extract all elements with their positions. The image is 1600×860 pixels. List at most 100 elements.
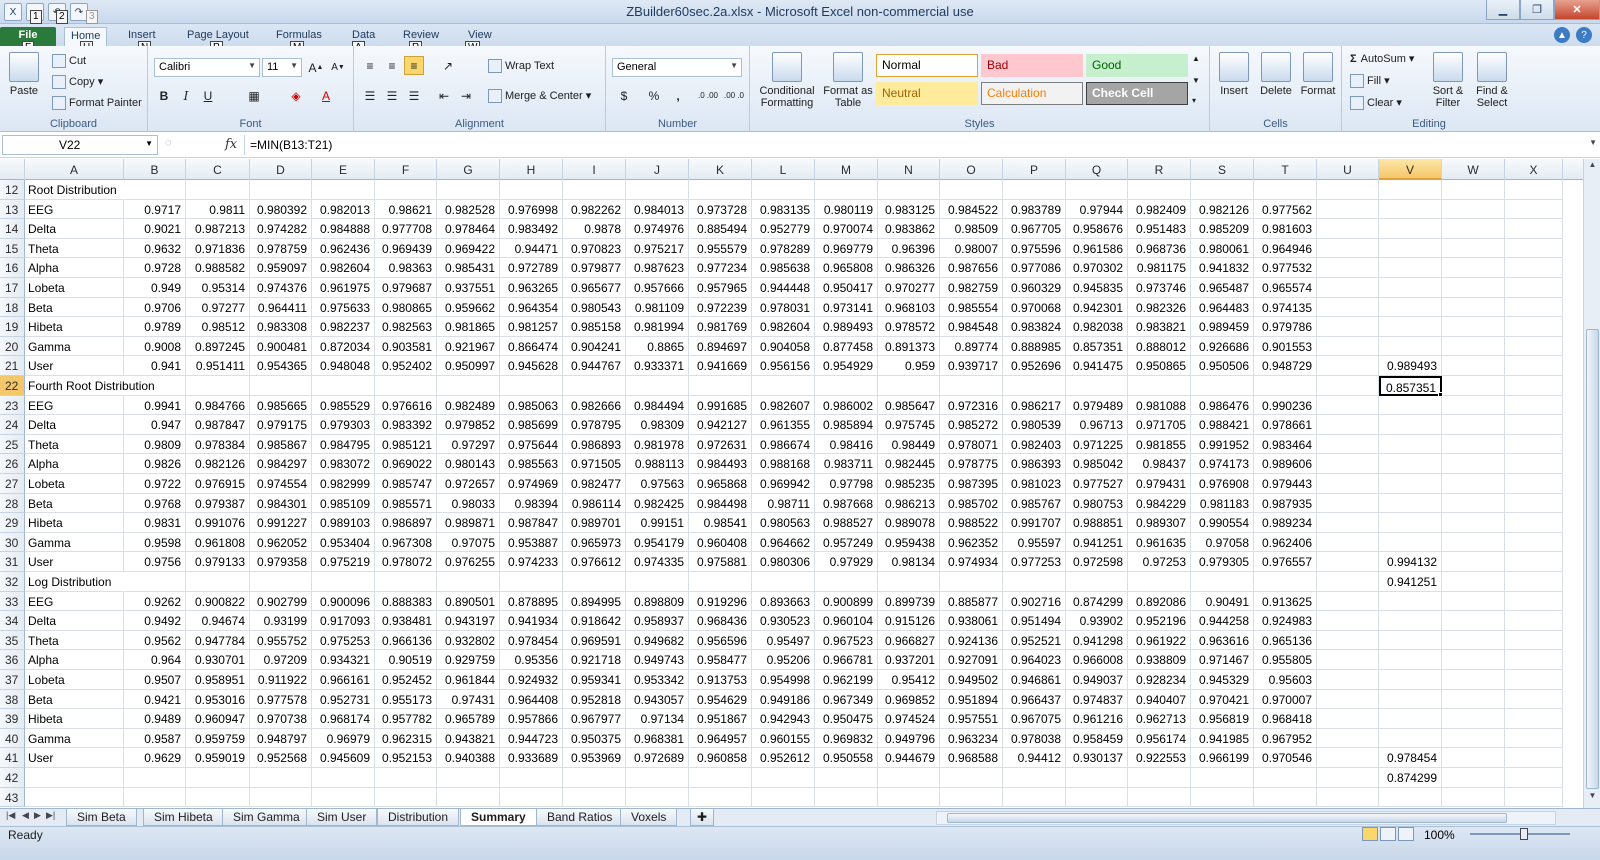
cell-value[interactable]: 0.941832 xyxy=(1191,258,1254,278)
cell-value[interactable]: 0.979387 xyxy=(186,493,250,514)
cell-value[interactable]: 0.956156 xyxy=(752,356,815,376)
cell-value[interactable]: 0.95497 xyxy=(752,630,815,651)
cell-empty[interactable] xyxy=(1317,219,1379,239)
cell-empty[interactable] xyxy=(1317,356,1379,376)
cell-value[interactable]: 0.975644 xyxy=(500,434,563,455)
shrink-font-icon[interactable]: A ▼ xyxy=(328,58,348,77)
cell-empty[interactable] xyxy=(1317,552,1379,572)
comma-button[interactable]: , xyxy=(668,86,688,105)
cell-label[interactable]: EEG xyxy=(25,591,124,612)
cell-empty[interactable] xyxy=(1442,513,1505,533)
cell-value[interactable]: 0.985894 xyxy=(815,415,878,435)
cell-value[interactable]: 0.978464 xyxy=(437,219,500,239)
expand-formula-bar-icon[interactable]: ▼ xyxy=(1589,138,1597,147)
cell-value[interactable]: 0.977532 xyxy=(1254,258,1317,278)
cell-value[interactable]: 0.9421 xyxy=(124,689,186,710)
cell-empty[interactable] xyxy=(1379,532,1442,553)
cell-empty[interactable] xyxy=(1442,238,1505,259)
cell-empty[interactable] xyxy=(1128,180,1191,200)
cell-value[interactable]: 0.963234 xyxy=(940,728,1003,749)
cell-empty[interactable] xyxy=(250,180,312,200)
cell-value[interactable]: 0.970302 xyxy=(1066,258,1128,278)
cell-empty[interactable] xyxy=(1317,297,1379,318)
cell-empty[interactable] xyxy=(878,376,940,396)
cell-value[interactable]: 0.9717 xyxy=(124,199,186,220)
worksheet-grid[interactable]: ABCDEFGHIJKLMNOPQRSTUVWX 12 Root Distribu… xyxy=(0,159,1583,808)
cell-value[interactable]: 0.961586 xyxy=(1066,238,1128,259)
cell-value[interactable]: 0.967952 xyxy=(1254,728,1317,749)
cell-value[interactable]: 0.888012 xyxy=(1128,336,1191,357)
cell-empty[interactable] xyxy=(1254,768,1317,788)
cell-value[interactable]: 0.894995 xyxy=(563,591,626,612)
cell-empty[interactable] xyxy=(1505,728,1563,749)
cell-value[interactable]: 0.874299 xyxy=(1379,768,1442,788)
cell-value[interactable]: 0.978775 xyxy=(940,454,1003,474)
active-cell[interactable]: 0.857351 xyxy=(1379,376,1442,396)
cell-empty[interactable] xyxy=(1505,199,1563,220)
cell-value[interactable]: 0.988113 xyxy=(626,454,689,474)
cell-value[interactable]: 0.98134 xyxy=(878,552,940,572)
cell-value[interactable]: 0.900899 xyxy=(815,591,878,612)
cell-value[interactable]: 0.981023 xyxy=(1003,474,1066,494)
cell-value[interactable]: 0.966161 xyxy=(312,670,375,690)
cell-value[interactable]: 0.967349 xyxy=(815,689,878,710)
cell-value[interactable]: 0.983135 xyxy=(752,199,815,220)
cell-label[interactable]: Hibeta xyxy=(25,317,124,337)
cell-value[interactable]: 0.976908 xyxy=(1191,474,1254,494)
row-header[interactable]: 26 xyxy=(0,454,25,474)
column-header[interactable]: X xyxy=(1505,159,1563,180)
cell-empty[interactable] xyxy=(1505,474,1563,494)
cell-value[interactable]: 0.965808 xyxy=(815,258,878,278)
cell-value[interactable]: 0.984301 xyxy=(250,493,312,514)
cell-value[interactable]: 0.926686 xyxy=(1191,336,1254,357)
cell-value[interactable]: 0.982604 xyxy=(312,258,375,278)
cell-value[interactable]: 0.97209 xyxy=(250,650,312,670)
row-header[interactable]: 12 xyxy=(0,180,25,200)
cell-value[interactable]: 0.983464 xyxy=(1254,434,1317,455)
cell-empty[interactable] xyxy=(1317,180,1379,200)
column-header[interactable]: U xyxy=(1317,159,1379,180)
cell-value[interactable]: 0.955752 xyxy=(250,630,312,651)
font-size-select[interactable]: 11 ▼ xyxy=(262,58,302,77)
cell-value[interactable]: 0.942943 xyxy=(752,709,815,729)
cell-value[interactable]: 0.949743 xyxy=(626,650,689,670)
cell-empty[interactable] xyxy=(752,180,815,200)
cell-empty[interactable] xyxy=(1505,768,1563,788)
cell-value[interactable]: 0.973141 xyxy=(815,297,878,318)
cell-value[interactable]: 0.982999 xyxy=(312,474,375,494)
cell-value[interactable]: 0.96713 xyxy=(1066,415,1128,435)
cell-value[interactable]: 0.952779 xyxy=(752,219,815,239)
wrap-text-button[interactable]: Wrap Text xyxy=(488,59,554,73)
cell-value[interactable]: 0.930137 xyxy=(1066,748,1128,768)
cell-value[interactable]: 0.904241 xyxy=(563,336,626,357)
cell-value[interactable]: 0.941298 xyxy=(1066,630,1128,651)
cell-value[interactable]: 0.952521 xyxy=(1003,630,1066,651)
cell-empty[interactable] xyxy=(1003,787,1066,808)
style-good[interactable]: Good xyxy=(1086,54,1188,77)
cell-value[interactable]: 0.985235 xyxy=(878,474,940,494)
expand-formula-icon[interactable]: ◌ xyxy=(165,137,172,149)
cell-value[interactable]: 0.960104 xyxy=(815,611,878,631)
cell-empty[interactable] xyxy=(1254,376,1317,396)
cell-value[interactable]: 0.982445 xyxy=(878,454,940,474)
row-header[interactable]: 24 xyxy=(0,415,25,435)
cell-value[interactable]: 0.962352 xyxy=(940,532,1003,553)
cell-value[interactable]: 0.921967 xyxy=(437,336,500,357)
cell-value[interactable]: 0.951411 xyxy=(186,356,250,376)
cell-value[interactable]: 0.976255 xyxy=(437,552,500,572)
cell-value[interactable]: 0.976557 xyxy=(1254,552,1317,572)
cell-value[interactable]: 0.904058 xyxy=(752,336,815,357)
cell-value[interactable]: 0.983308 xyxy=(250,317,312,337)
cell-value[interactable]: 0.981855 xyxy=(1128,434,1191,455)
cell-value[interactable]: 0.900822 xyxy=(186,591,250,612)
cell-empty[interactable] xyxy=(1505,376,1563,396)
cell-value[interactable]: 0.945835 xyxy=(1066,278,1128,298)
cell-empty[interactable] xyxy=(1317,415,1379,435)
cell-empty[interactable] xyxy=(1505,552,1563,572)
styles-scroll-up-icon[interactable]: ▲ xyxy=(1192,54,1200,63)
cell-value[interactable]: 0.943057 xyxy=(626,689,689,710)
cell-value[interactable]: 0.952568 xyxy=(250,748,312,768)
cell-value[interactable]: 0.986476 xyxy=(1191,395,1254,416)
cell-value[interactable]: 0.964483 xyxy=(1191,297,1254,318)
cell-empty[interactable] xyxy=(1317,670,1379,690)
